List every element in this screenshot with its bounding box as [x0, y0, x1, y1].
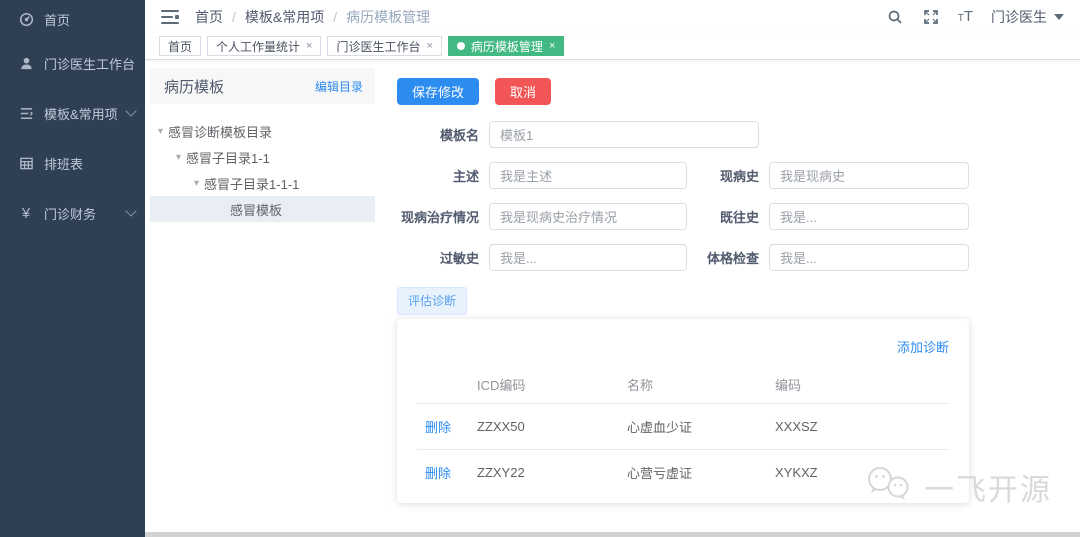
tab-doctor-workbench[interactable]: 门诊医生工作台 × [327, 36, 442, 56]
tab-home[interactable]: 首页 [159, 36, 202, 56]
topbar-actions: TT 门诊医生 [886, 7, 1064, 27]
allergy-history-input[interactable] [489, 244, 687, 271]
chevron-down-icon [125, 105, 137, 117]
search-icon[interactable] [886, 8, 904, 26]
font-size-icon[interactable]: TT [958, 8, 973, 25]
col-name: 名称 [619, 366, 767, 404]
sidebar-item-finance[interactable]: ¥ 门诊财务 [0, 188, 145, 238]
finance-icon: ¥ [21, 204, 31, 222]
treatment-status-input[interactable] [489, 203, 687, 230]
template-name-input[interactable] [489, 121, 759, 148]
name-cell: 心虚血少证 [619, 403, 767, 450]
template-name-label: 模板名 [439, 128, 479, 143]
panel-title: 病历模板 [164, 78, 225, 96]
close-icon[interactable]: × [306, 40, 312, 52]
content: 病历模板 编辑目录 感冒诊断模板目录 感冒子目录1-1 感冒子目录1-1-1 感… [145, 60, 1080, 537]
sidebar-item-templates[interactable]: 模板&常用项 [0, 88, 145, 138]
top-bar: 首页 模板&常用项 病历模板管理 TT 门诊医生 [145, 0, 1080, 33]
tree-node-root[interactable]: 感冒诊断模板目录 [150, 118, 375, 144]
form-row: 现病治疗情况 既往史 [397, 203, 969, 230]
edit-directory-link[interactable]: 编辑目录 [315, 78, 363, 95]
fullscreen-icon[interactable] [922, 8, 940, 26]
delete-row-link[interactable]: 删除 [425, 420, 451, 435]
sidebar-item-label: 模板&常用项 [44, 106, 118, 122]
sidebar-item-schedule[interactable]: 排班表 [0, 138, 145, 188]
diagnosis-table: ICD编码 名称 编码 删除 ZZXX50 心虚血少证 XXXSZ 删除 ZZX… [417, 366, 949, 495]
sidebar: 首页 门诊医生工作台 模板&常用项 排班表 ¥ 门诊财务 [0, 0, 145, 537]
main-area: 首页 模板&常用项 病历模板管理 TT 门诊医生 首页 个人 [145, 0, 1080, 537]
tree-panel-header: 病历模板 编辑目录 [150, 68, 375, 104]
add-diagnosis-link[interactable]: 添加诊断 [897, 340, 949, 355]
caret-down-icon [194, 178, 199, 189]
physical-exam-label: 体格检查 [706, 251, 759, 266]
close-icon[interactable]: × [549, 40, 555, 52]
sidebar-item-label: 门诊医生工作台 [44, 56, 135, 72]
tree-node-sub2[interactable]: 感冒子目录1-1-1 [150, 170, 375, 196]
user-name: 门诊医生 [991, 8, 1047, 25]
chief-complaint-label: 主述 [452, 169, 479, 184]
sidebar-item-label: 首页 [44, 12, 71, 28]
tree-node-sub1[interactable]: 感冒子目录1-1 [150, 144, 375, 170]
table-header-row: ICD编码 名称 编码 [417, 366, 949, 404]
schedule-icon [18, 155, 34, 171]
horizontal-scrollbar[interactable] [145, 532, 1080, 537]
breadcrumb-current: 病历模板管理 [324, 7, 430, 27]
chevron-down-icon [125, 205, 137, 217]
caret-down-icon [1054, 13, 1064, 20]
col-code: 编码 [767, 366, 949, 404]
template-editor: 保存修改 取消 模板名 主述 现病史 现病治疗情况 [375, 60, 1080, 537]
icd-code-cell: ZZXX50 [469, 403, 619, 450]
present-illness-label: 现病史 [719, 169, 759, 184]
template-icon [18, 105, 34, 121]
sidebar-item-home[interactable]: 首页 [0, 0, 145, 38]
code-cell: XYKXZ [775, 465, 818, 480]
sidebar-item-doctor-workbench[interactable]: 门诊医生工作台 [0, 38, 145, 88]
doctor-workbench-icon [18, 55, 34, 71]
present-illness-input[interactable] [769, 162, 969, 189]
col-icd-code: ICD编码 [469, 366, 619, 404]
caret-down-icon [176, 152, 181, 163]
user-dropdown[interactable]: 门诊医生 [991, 7, 1064, 27]
tags-view-bar: 首页 个人工作量统计 × 门诊医生工作台 × 病历模板管理 × [145, 33, 1080, 60]
form-row: 模板名 [397, 121, 969, 148]
breadcrumb-home[interactable]: 首页 [195, 7, 223, 27]
cancel-button[interactable]: 取消 [495, 78, 552, 105]
action-buttons: 保存修改 取消 [397, 78, 1080, 105]
diagnosis-card: 添加诊断 ICD编码 名称 编码 删除 ZZXX50 心虚血少证 XXXSZ 删… [397, 319, 969, 503]
active-dot-icon [456, 42, 465, 50]
chief-complaint-input[interactable] [489, 162, 687, 189]
close-icon[interactable]: × [426, 40, 432, 52]
physical-exam-input[interactable] [769, 244, 969, 271]
sidebar-item-label: 门诊财务 [44, 206, 97, 222]
past-history-input[interactable] [769, 203, 969, 230]
breadcrumb: 首页 模板&常用项 病历模板管理 [195, 7, 430, 27]
allergy-history-label: 过敏史 [439, 251, 479, 266]
past-history-label: 既往史 [719, 210, 759, 225]
tab-evaluation-diagnosis[interactable]: 评估诊断 [397, 287, 468, 315]
save-button[interactable]: 保存修改 [397, 78, 480, 105]
delete-row-link[interactable]: 删除 [425, 466, 451, 481]
treatment-status-label: 现病治疗情况 [400, 210, 479, 225]
table-row: 删除 ZZXY22 心营亏虚证 XYKXZ [417, 450, 949, 496]
tab-template-management-active[interactable]: 病历模板管理 × [447, 36, 565, 56]
app-window: 首页 门诊医生工作台 模板&常用项 排班表 ¥ 门诊财务 首页 / 模板&常用项… [0, 0, 1080, 537]
table-row: 删除 ZZXX50 心虚血少证 XXXSZ [417, 403, 949, 450]
caret-down-icon [158, 126, 163, 137]
icd-code-cell: ZZXY22 [477, 465, 525, 480]
breadcrumb-templates[interactable]: 模板&常用项 [223, 7, 324, 27]
sidebar-item-label: 排班表 [44, 156, 84, 172]
form-row: 过敏史 体格检查 [397, 244, 969, 271]
sidebar-collapse-icon[interactable] [161, 9, 179, 24]
dashboard-icon [18, 11, 34, 27]
template-form: 模板名 主述 现病史 现病治疗情况 既往史 [397, 121, 969, 271]
template-tree: 感冒诊断模板目录 感冒子目录1-1 感冒子目录1-1-1 感冒模板 [150, 118, 375, 222]
tree-node-template-selected[interactable]: 感冒模板 [150, 196, 375, 222]
tab-personal-workload[interactable]: 个人工作量统计 × [207, 36, 322, 56]
template-tree-panel: 病历模板 编辑目录 感冒诊断模板目录 感冒子目录1-1 感冒子目录1-1-1 感… [150, 68, 375, 537]
name-cell: 心营亏虚证 [627, 466, 693, 481]
form-row: 主述 现病史 [397, 162, 969, 189]
code-cell: XXXSZ [767, 403, 949, 450]
